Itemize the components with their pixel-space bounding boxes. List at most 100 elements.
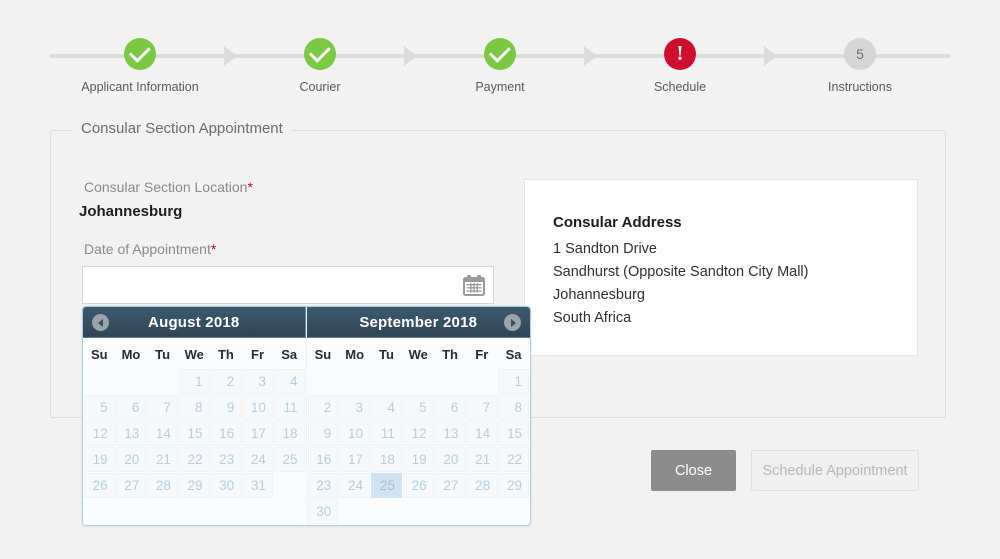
calendar-day-cell[interactable]: 9 [210,395,242,420]
calendar-day[interactable]: 19 [402,447,434,472]
calendar-day[interactable]: 6 [115,395,147,420]
close-button[interactable]: Close [651,450,736,491]
calendar-day[interactable]: 21 [466,447,498,472]
calendar-day-cell[interactable]: 3 [242,369,273,394]
calendar-day-cell[interactable]: 2 [307,395,339,420]
calendar-day-cell[interactable]: 12 [402,421,434,446]
calendar-day-cell[interactable]: 26 [84,473,115,498]
calendar-day-cell[interactable]: 14 [466,421,498,446]
calendar-day-cell[interactable]: 24 [339,473,371,498]
calendar-day[interactable]: 27 [434,473,466,498]
calendar-day-cell[interactable]: 8 [178,395,210,420]
chevron-left-icon[interactable] [92,314,109,331]
calendar-day-cell[interactable]: 19 [402,447,434,472]
calendar-day-cell[interactable]: 7 [466,395,498,420]
calendar-day-cell[interactable]: 3 [339,395,371,420]
calendar-day-cell[interactable]: 9 [307,421,339,446]
calendar-day[interactable]: 18 [371,447,402,472]
calendar-day-cell[interactable]: 11 [371,421,402,446]
calendar-day-cell[interactable]: 4 [371,395,402,420]
calendar-day-cell[interactable]: 18 [371,447,402,472]
calendar-day-cell[interactable]: 29 [498,473,529,498]
calendar-day-cell[interactable]: 16 [307,447,339,472]
calendar-day[interactable]: 19 [84,447,115,472]
calendar-day-cell[interactable]: 23 [307,473,339,498]
calendar-day-cell[interactable]: 24 [242,447,273,472]
calendar-day[interactable]: 25 [273,447,305,472]
calendar-day[interactable]: 22 [178,447,210,472]
chevron-right-icon[interactable] [504,314,521,331]
datepicker-popup[interactable]: August 2018 Su Mo Tu We Th Fr Sa 1 2 3 4 5 6 7 8 9 10 11 1… [82,306,531,526]
calendar-day[interactable]: 11 [371,421,402,446]
step-payment[interactable]: Payment [410,38,597,98]
calendar-day[interactable]: 28 [147,473,178,498]
calendar-day[interactable]: 7 [147,395,178,420]
calendar-day-cell[interactable]: 25 [273,447,305,472]
calendar-day-cell[interactable]: 30 [210,473,242,498]
calendar-day[interactable]: 25 [371,473,402,498]
calendar-day[interactable]: 9 [307,421,339,446]
calendar-day[interactable]: 11 [273,395,305,420]
calendar-day-cell[interactable]: 20 [434,447,466,472]
calendar-day[interactable]: 4 [273,369,305,394]
calendar-day[interactable]: 14 [147,421,178,446]
calendar-day-cell[interactable]: 27 [434,473,466,498]
calendar-day[interactable]: 16 [210,421,242,446]
calendar-day[interactable]: 30 [307,499,339,524]
calendar-day-cell[interactable]: 22 [178,447,210,472]
calendar-day-cell[interactable]: 14 [147,421,178,446]
calendar-day[interactable]: 29 [178,473,210,498]
date-input[interactable] [83,267,453,303]
calendar-day[interactable]: 27 [115,473,147,498]
step-applicant-information[interactable]: Applicant Information [50,38,237,98]
calendar-day-cell[interactable]: 28 [147,473,178,498]
calendar-day[interactable]: 20 [115,447,147,472]
calendar-day[interactable]: 15 [498,421,529,446]
calendar-day-cell[interactable]: 21 [466,447,498,472]
calendar-day-cell[interactable]: 13 [434,421,466,446]
calendar-day[interactable]: 17 [339,447,371,472]
step-courier[interactable]: Courier [230,38,417,98]
calendar-day-cell[interactable]: 5 [402,395,434,420]
calendar-day[interactable]: 24 [242,447,273,472]
calendar-day[interactable]: 31 [242,473,273,498]
calendar-day[interactable]: 22 [498,447,529,472]
calendar-day[interactable]: 6 [434,395,466,420]
calendar-day-cell[interactable]: 15 [178,421,210,446]
calendar-day-cell[interactable]: 28 [466,473,498,498]
calendar-day[interactable]: 8 [498,395,529,420]
calendar-day-cell[interactable]: 25 [371,473,402,498]
calendar-day-cell[interactable]: 4 [273,369,305,394]
calendar-day-cell[interactable]: 20 [115,447,147,472]
calendar-day-cell[interactable]: 5 [84,395,115,420]
calendar-day-cell[interactable]: 31 [242,473,273,498]
calendar-day[interactable]: 29 [498,473,529,498]
calendar-day-cell[interactable]: 27 [115,473,147,498]
calendar-day[interactable]: 26 [402,473,434,498]
calendar-day-cell[interactable]: 15 [498,421,529,446]
calendar-day[interactable]: 23 [307,473,339,498]
calendar-day-cell[interactable]: 12 [84,421,115,446]
calendar-day-cell[interactable]: 7 [147,395,178,420]
calendar-day[interactable]: 2 [210,369,242,394]
calendar-day[interactable]: 23 [210,447,242,472]
calendar-day[interactable]: 9 [210,395,242,420]
calendar-day[interactable]: 21 [147,447,178,472]
calendar-day-cell[interactable]: 30 [307,499,339,524]
calendar-day[interactable]: 12 [84,421,115,446]
calendar-day[interactable]: 18 [273,421,305,446]
calendar-day[interactable]: 13 [434,421,466,446]
calendar-day-cell[interactable]: 8 [498,395,529,420]
calendar-day[interactable]: 14 [466,421,498,446]
calendar-day-cell[interactable]: 6 [434,395,466,420]
calendar-day[interactable]: 1 [498,369,529,394]
calendar-day-cell[interactable]: 22 [498,447,529,472]
calendar-day[interactable]: 3 [339,395,371,420]
calendar-day-cell[interactable]: 1 [178,369,210,394]
calendar-day[interactable]: 2 [307,395,339,420]
calendar-day-cell[interactable]: 19 [84,447,115,472]
calendar-day-cell[interactable]: 16 [210,421,242,446]
calendar-day-cell[interactable]: 17 [339,447,371,472]
calendar-day-cell[interactable]: 17 [242,421,273,446]
calendar-day[interactable]: 20 [434,447,466,472]
